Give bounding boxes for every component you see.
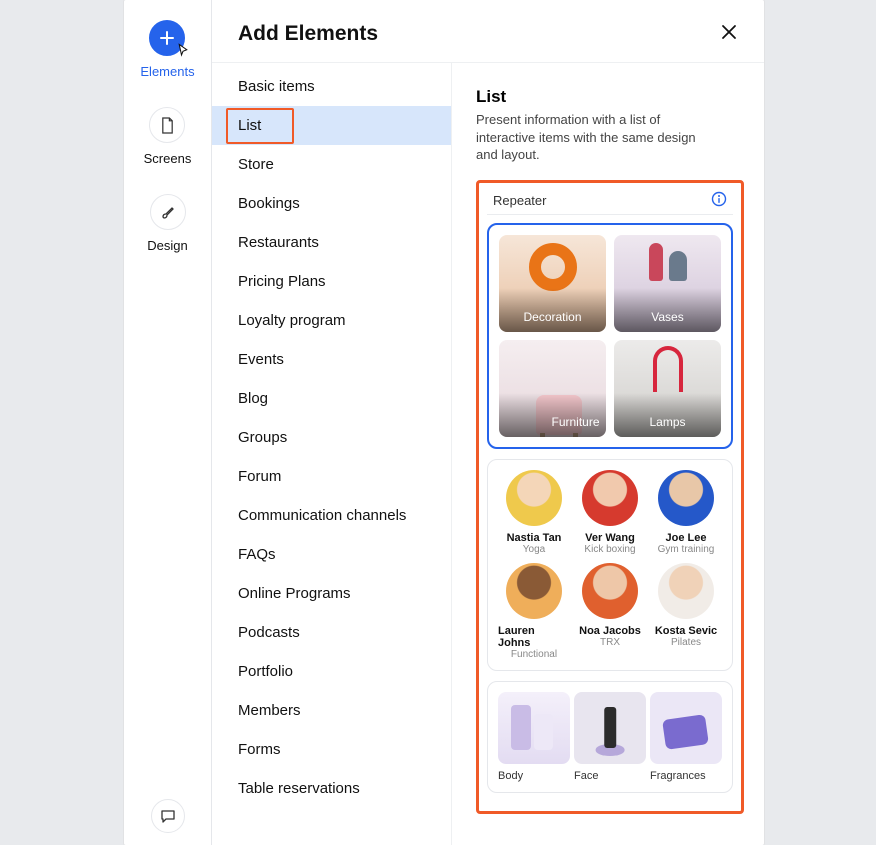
category-label: List (238, 117, 261, 134)
rail-item-elements[interactable]: Elements (140, 20, 194, 79)
avatar (658, 470, 714, 526)
product-label: Face (574, 770, 646, 782)
product-card: Face (574, 692, 646, 782)
person-card: Lauren JohnsFunctional (498, 563, 570, 660)
product-grid: Body Face Fragrances (498, 692, 722, 782)
person-name: Joe Lee (666, 532, 707, 544)
tile-label: Decoration (523, 310, 581, 324)
person-card: Ver WangKick boxing (574, 470, 646, 555)
tile-vases: Vases (614, 235, 721, 332)
product-label: Fragrances (650, 770, 722, 782)
avatar (506, 563, 562, 619)
left-rail: Elements Screens Design (124, 0, 212, 845)
tile-label: Lamps (649, 415, 685, 429)
person-role: TRX (600, 637, 620, 648)
category-item-restaurants[interactable]: Restaurants (212, 223, 451, 262)
rail-label: Screens (144, 151, 192, 166)
person-card: Noa JacobsTRX (574, 563, 646, 660)
product-image (650, 692, 722, 764)
page-icon (149, 107, 185, 143)
detail-title: List (476, 87, 744, 107)
repeater-template-tiles[interactable]: Decoration Vases Furniture Lamps (487, 223, 733, 450)
person-name: Noa Jacobs (579, 625, 641, 637)
info-icon (711, 191, 727, 207)
person-name: Kosta Sevic (655, 625, 717, 637)
avatar (582, 563, 638, 619)
tile-furniture: Furniture (499, 340, 606, 437)
person-card: Joe LeeGym training (650, 470, 722, 555)
product-card: Fragrances (650, 692, 722, 782)
category-item-list[interactable]: List (212, 106, 451, 145)
repeater-template-people[interactable]: Nastia TanYoga Ver WangKick boxing Joe L… (487, 459, 733, 671)
category-item-online-programs[interactable]: Online Programs (212, 574, 451, 613)
repeater-template-products[interactable]: Body Face Fragrances (487, 681, 733, 793)
avatar (506, 470, 562, 526)
tile-lamps: Lamps (614, 340, 721, 437)
person-role: Pilates (671, 637, 701, 648)
rail-label: Design (147, 238, 187, 253)
close-button[interactable] (720, 23, 738, 46)
section-header: Repeater (487, 189, 733, 215)
person-role: Gym training (658, 544, 715, 555)
category-item-forum[interactable]: Forum (212, 457, 451, 496)
person-name: Lauren Johns (498, 625, 570, 649)
plus-icon (149, 20, 185, 56)
product-label: Body (498, 770, 570, 782)
avatar (658, 563, 714, 619)
category-item-podcasts[interactable]: Podcasts (212, 613, 451, 652)
tile-grid: Decoration Vases Furniture Lamps (499, 235, 721, 438)
category-item-faqs[interactable]: FAQs (212, 535, 451, 574)
info-button[interactable] (711, 191, 727, 210)
section-label: Repeater (493, 193, 546, 208)
category-list[interactable]: Basic items List Store Bookings Restaura… (212, 63, 452, 845)
rail-label: Elements (140, 64, 194, 79)
main-area: Add Elements Basic items List Store Book… (212, 0, 764, 845)
chat-icon (160, 808, 176, 824)
person-name: Nastia Tan (507, 532, 562, 544)
person-role: Kick boxing (584, 544, 635, 555)
detail-description: Present information with a list of inter… (476, 111, 716, 164)
panel-title: Add Elements (238, 22, 378, 46)
people-grid: Nastia TanYoga Ver WangKick boxing Joe L… (498, 470, 722, 660)
category-item-table-reservations[interactable]: Table reservations (212, 769, 451, 808)
content-area: Basic items List Store Bookings Restaura… (212, 62, 764, 845)
rail-item-screens[interactable]: Screens (144, 107, 192, 166)
category-item-portfolio[interactable]: Portfolio (212, 652, 451, 691)
person-card: Kosta SevicPilates (650, 563, 722, 660)
add-elements-panel: Elements Screens Design Add Elements (124, 0, 764, 845)
detail-column: List Present information with a list of … (452, 63, 764, 845)
category-item-members[interactable]: Members (212, 691, 451, 730)
person-card: Nastia TanYoga (498, 470, 570, 555)
category-item-loyalty-program[interactable]: Loyalty program (212, 301, 451, 340)
product-image (498, 692, 570, 764)
person-name: Ver Wang (585, 532, 635, 544)
brush-icon (150, 194, 186, 230)
close-icon (720, 23, 738, 41)
rail-item-design[interactable]: Design (147, 194, 187, 253)
cursor-icon (174, 43, 192, 61)
tile-label: Furniture (551, 415, 599, 429)
avatar (582, 470, 638, 526)
category-item-communication-channels[interactable]: Communication channels (212, 496, 451, 535)
person-role: Yoga (523, 544, 545, 555)
help-chat-button[interactable] (151, 799, 185, 833)
tile-decoration: Decoration (499, 235, 606, 332)
category-item-events[interactable]: Events (212, 340, 451, 379)
category-item-basic-items[interactable]: Basic items (212, 67, 451, 106)
repeater-section-highlight: Repeater Decoration Vases Furniture Lamp… (476, 180, 744, 815)
category-item-groups[interactable]: Groups (212, 418, 451, 457)
product-image (574, 692, 646, 764)
category-item-bookings[interactable]: Bookings (212, 184, 451, 223)
product-card: Body (498, 692, 570, 782)
category-item-store[interactable]: Store (212, 145, 451, 184)
category-item-pricing-plans[interactable]: Pricing Plans (212, 262, 451, 301)
person-role: Functional (511, 649, 557, 660)
panel-header: Add Elements (212, 0, 764, 62)
tile-label: Vases (651, 310, 683, 324)
category-item-forms[interactable]: Forms (212, 730, 451, 769)
category-item-blog[interactable]: Blog (212, 379, 451, 418)
